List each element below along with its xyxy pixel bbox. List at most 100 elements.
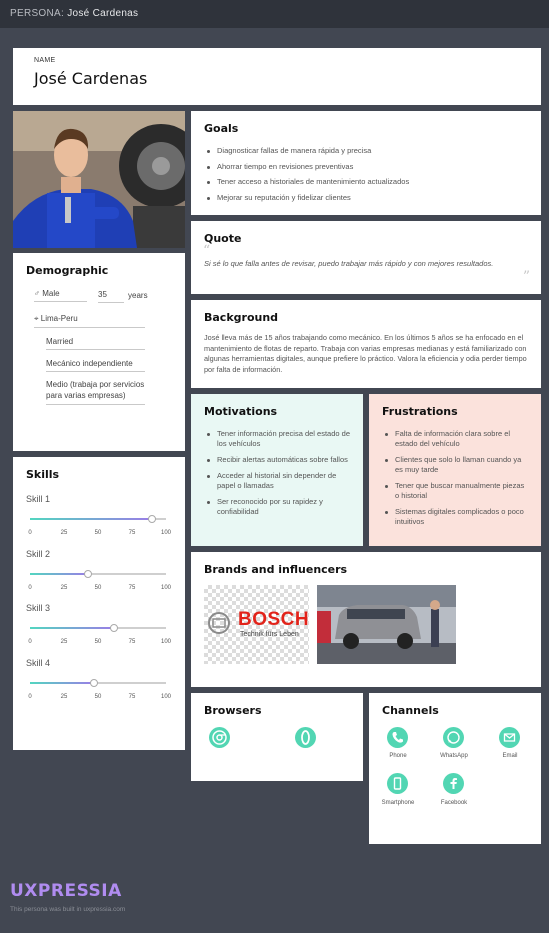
skill-slider-track[interactable] [30, 515, 166, 523]
skill-tick-label: 75 [128, 530, 136, 536]
brands-title: Brands and influencers [204, 563, 348, 576]
skill-tick-label: 50 [94, 639, 102, 645]
phone-icon[interactable] [387, 727, 408, 748]
name-card: NAME José Cardenas [13, 48, 541, 105]
skill-tick-label: 100 [160, 530, 172, 536]
skill-tick-label: 100 [160, 693, 172, 700]
email-icon[interactable] [499, 727, 520, 748]
frustrations-card: Frustrations Falta de información clara … [369, 394, 541, 546]
facebook-icon-glyph [450, 778, 457, 789]
skill-tick-label: 50 [94, 693, 102, 700]
motivation-item[interactable]: Acceder al historial sin depender de pap… [204, 471, 350, 491]
persona-photo[interactable] [13, 111, 185, 248]
income-field[interactable]: Medio (trabaja por servicios para varias… [46, 379, 145, 405]
motivation-item[interactable]: Tener información precisa del estado de … [204, 429, 350, 449]
car-illustration [317, 585, 456, 664]
smartphone-icon[interactable] [387, 773, 408, 794]
income-value: Medio (trabaja por servicios para varias… [46, 380, 145, 400]
quote-card: Quote “ Si sé lo que falla antes de revi… [191, 221, 541, 294]
skill-tick-label: 0 [28, 639, 32, 645]
frustration-item[interactable]: Clientes que solo lo llaman cuando ya es… [382, 455, 528, 475]
car-photo-image[interactable] [317, 585, 456, 664]
persona-title: José Cardenas [67, 8, 139, 19]
gender-value: Male [42, 289, 60, 298]
channels-title: Channels [382, 704, 439, 717]
skill-scale: 0 25 50 75 100 [26, 694, 172, 704]
opera-icon[interactable] [295, 727, 316, 748]
skill-scale: 0 25 50 75 100 [26, 530, 172, 540]
skill-tick-label: 100 [160, 584, 172, 591]
skill-slider-handle[interactable] [148, 515, 157, 523]
brands-card: Brands and influencers BOSCH Technik für… [191, 552, 541, 687]
skill-label: Skill 1 [26, 494, 51, 504]
background-title: Background [204, 311, 279, 324]
skill-slider-track[interactable] [30, 624, 166, 632]
skill-slider-track[interactable] [30, 678, 166, 687]
frustration-item[interactable]: Tener que buscar manualmente piezas o hi… [382, 481, 528, 501]
quote-title: Quote [204, 232, 242, 245]
quote-text[interactable]: Si sé lo que falla antes de revisar, pue… [204, 259, 493, 268]
gender-field[interactable]: ♂ Male [34, 289, 87, 302]
skill-tick-label: 0 [28, 584, 32, 591]
frustration-item[interactable]: Falta de información clara sobre el esta… [382, 429, 528, 449]
skill-tick-label: 75 [128, 639, 136, 645]
skill-slider-fill [30, 572, 89, 575]
location-field[interactable]: ⌖ Lima-Peru [34, 314, 145, 328]
skill-slider-handle[interactable] [110, 624, 119, 632]
occupation-value: Mecánico independiente [46, 359, 133, 368]
bosch-name: BOSCH [238, 609, 310, 630]
skill-slider-fill [30, 518, 153, 520]
skill-slider-handle[interactable] [89, 678, 98, 687]
goal-item[interactable]: Tener acceso a historiales de mantenimie… [204, 177, 528, 187]
smartphone-icon-glyph [393, 777, 402, 790]
chrome-icon-glyph [212, 730, 227, 745]
status-value: Married [46, 337, 74, 346]
skill-scale: 0 25 50 75 100 [26, 639, 172, 649]
close-quote-icon: ” [522, 269, 530, 285]
goal-item[interactable]: Ahorrar tiempo en revisiones preventivas [204, 162, 528, 172]
location-pin-icon: ⌖ [34, 314, 39, 323]
mechanic-photo-image [13, 111, 185, 248]
frustrations-title: Frustrations [382, 405, 458, 418]
motivations-card: Motivations Tener información precisa de… [191, 394, 363, 546]
age-field[interactable]: 35 [98, 290, 124, 303]
skill-tick-label: 50 [94, 584, 102, 591]
browsers-card: Browsers [191, 693, 363, 781]
location-value: Lima-Peru [40, 314, 78, 323]
open-quote-icon: “ [203, 243, 211, 259]
skill-scale: 0 25 50 75 100 [26, 585, 172, 595]
opera-icon-glyph [301, 730, 310, 745]
channel-label-whatsapp: WhatsApp [440, 753, 468, 759]
persona-name[interactable]: José Cardenas [34, 69, 520, 88]
frustration-item[interactable]: Sistemas digitales complicados o poco in… [382, 507, 528, 527]
goals-card: Goals Diagnosticar fallas de manera rápi… [191, 111, 541, 215]
top-bar: PERSONA: José Cardenas [0, 0, 549, 28]
goal-item[interactable]: Mejorar su reputación y fidelizar client… [204, 193, 528, 203]
motivations-list: Tener información precisa del estado de … [204, 429, 350, 517]
status-field[interactable]: Married [46, 337, 145, 350]
skill-tick-label: 50 [94, 530, 102, 536]
skill-label: Skill 2 [26, 548, 51, 559]
occupation-field[interactable]: Mecánico independiente [46, 359, 145, 372]
uxpressia-logo[interactable]: UXPRESSIA [10, 881, 122, 901]
whatsapp-icon[interactable] [443, 727, 464, 748]
motivation-item[interactable]: Recibir alertas automáticas sobre fallos [204, 455, 350, 465]
skill-slider-handle[interactable] [84, 569, 93, 578]
chrome-icon[interactable] [209, 727, 230, 748]
persona-prefix: PERSONA: [10, 8, 65, 19]
frustrations-list: Falta de información clara sobre el esta… [382, 429, 528, 527]
skill-label: Skill 4 [26, 657, 51, 668]
skill-tick-label: 100 [160, 639, 172, 645]
skill-tick-label: 25 [60, 639, 68, 645]
motivations-title: Motivations [204, 405, 278, 418]
skill-slider-fill [30, 627, 115, 629]
footer-note: This persona was built in uxpressia.com [10, 906, 126, 913]
skill-tick-label: 75 [128, 693, 136, 700]
motivation-item[interactable]: Ser reconocido por su rapidez y confiabi… [204, 497, 350, 517]
channels-card: Channels Phone WhatsApp Email Smartphone… [369, 693, 541, 844]
skill-slider-track[interactable] [30, 569, 166, 578]
goal-item[interactable]: Diagnosticar fallas de manera rápida y p… [204, 146, 528, 156]
background-text[interactable]: José lleva más de 15 años trabajando com… [204, 333, 528, 375]
bosch-logo-image[interactable]: BOSCH Technik fürs Leben [204, 585, 309, 664]
facebook-icon[interactable] [443, 773, 464, 794]
